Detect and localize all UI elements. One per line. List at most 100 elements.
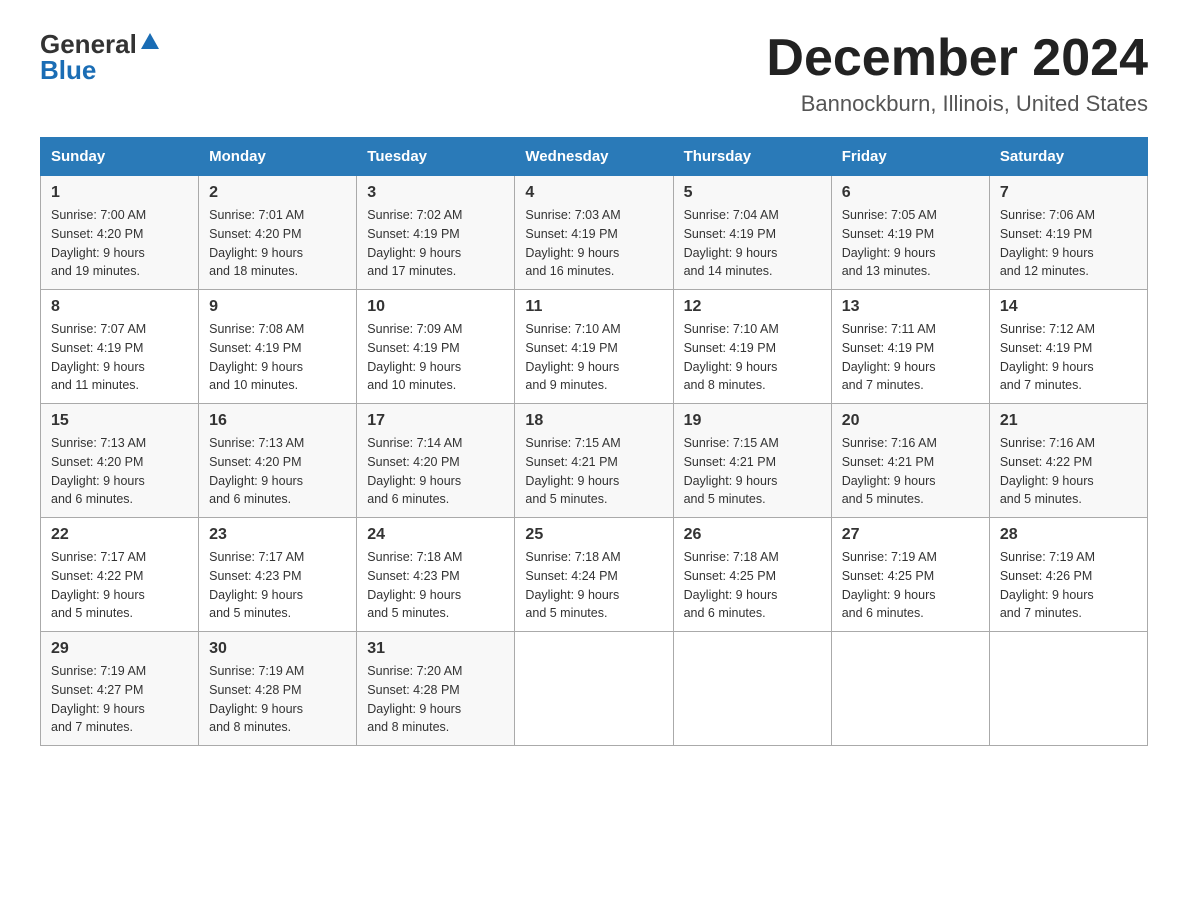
day-info: Sunrise: 7:19 AM Sunset: 4:26 PM Dayligh… <box>1000 548 1137 623</box>
day-info: Sunrise: 7:19 AM Sunset: 4:25 PM Dayligh… <box>842 548 979 623</box>
calendar-week-1: 1 Sunrise: 7:00 AM Sunset: 4:20 PM Dayli… <box>41 176 1148 290</box>
day-number: 6 <box>842 184 979 202</box>
day-info: Sunrise: 7:18 AM Sunset: 4:23 PM Dayligh… <box>367 548 504 623</box>
day-info: Sunrise: 7:19 AM Sunset: 4:28 PM Dayligh… <box>209 662 346 737</box>
calendar-cell: 8 Sunrise: 7:07 AM Sunset: 4:19 PM Dayli… <box>41 290 199 404</box>
day-number: 29 <box>51 640 188 658</box>
day-number: 13 <box>842 298 979 316</box>
main-title: December 2024 <box>766 30 1148 87</box>
day-info: Sunrise: 7:10 AM Sunset: 4:19 PM Dayligh… <box>525 320 662 395</box>
calendar-cell: 2 Sunrise: 7:01 AM Sunset: 4:20 PM Dayli… <box>199 176 357 290</box>
day-number: 23 <box>209 526 346 544</box>
day-number: 27 <box>842 526 979 544</box>
day-info: Sunrise: 7:18 AM Sunset: 4:25 PM Dayligh… <box>684 548 821 623</box>
header-saturday: Saturday <box>989 138 1147 176</box>
day-number: 16 <box>209 412 346 430</box>
calendar-week-3: 15 Sunrise: 7:13 AM Sunset: 4:20 PM Dayl… <box>41 404 1148 518</box>
header-thursday: Thursday <box>673 138 831 176</box>
day-number: 20 <box>842 412 979 430</box>
subtitle: Bannockburn, Illinois, United States <box>766 91 1148 117</box>
day-number: 4 <box>525 184 662 202</box>
day-info: Sunrise: 7:13 AM Sunset: 4:20 PM Dayligh… <box>51 434 188 509</box>
day-info: Sunrise: 7:02 AM Sunset: 4:19 PM Dayligh… <box>367 206 504 281</box>
day-number: 15 <box>51 412 188 430</box>
calendar-cell <box>673 632 831 746</box>
calendar-cell: 12 Sunrise: 7:10 AM Sunset: 4:19 PM Dayl… <box>673 290 831 404</box>
day-info: Sunrise: 7:18 AM Sunset: 4:24 PM Dayligh… <box>525 548 662 623</box>
logo-icon <box>139 31 161 53</box>
calendar-cell: 1 Sunrise: 7:00 AM Sunset: 4:20 PM Dayli… <box>41 176 199 290</box>
header-tuesday: Tuesday <box>357 138 515 176</box>
day-number: 10 <box>367 298 504 316</box>
calendar-cell: 7 Sunrise: 7:06 AM Sunset: 4:19 PM Dayli… <box>989 176 1147 290</box>
day-number: 8 <box>51 298 188 316</box>
calendar-header: Sunday Monday Tuesday Wednesday Thursday… <box>41 138 1148 176</box>
day-info: Sunrise: 7:06 AM Sunset: 4:19 PM Dayligh… <box>1000 206 1137 281</box>
calendar-cell: 13 Sunrise: 7:11 AM Sunset: 4:19 PM Dayl… <box>831 290 989 404</box>
day-number: 30 <box>209 640 346 658</box>
calendar-cell: 31 Sunrise: 7:20 AM Sunset: 4:28 PM Dayl… <box>357 632 515 746</box>
day-number: 11 <box>525 298 662 316</box>
day-info: Sunrise: 7:04 AM Sunset: 4:19 PM Dayligh… <box>684 206 821 281</box>
calendar-cell: 25 Sunrise: 7:18 AM Sunset: 4:24 PM Dayl… <box>515 518 673 632</box>
day-number: 14 <box>1000 298 1137 316</box>
calendar-cell: 24 Sunrise: 7:18 AM Sunset: 4:23 PM Dayl… <box>357 518 515 632</box>
page-header: General Blue December 2024 Bannockburn, … <box>40 30 1148 117</box>
day-number: 9 <box>209 298 346 316</box>
logo-blue-text: Blue <box>40 55 96 86</box>
day-info: Sunrise: 7:08 AM Sunset: 4:19 PM Dayligh… <box>209 320 346 395</box>
calendar-cell: 27 Sunrise: 7:19 AM Sunset: 4:25 PM Dayl… <box>831 518 989 632</box>
calendar-cell <box>831 632 989 746</box>
calendar-cell: 6 Sunrise: 7:05 AM Sunset: 4:19 PM Dayli… <box>831 176 989 290</box>
calendar-cell: 23 Sunrise: 7:17 AM Sunset: 4:23 PM Dayl… <box>199 518 357 632</box>
calendar-cell <box>515 632 673 746</box>
day-info: Sunrise: 7:17 AM Sunset: 4:22 PM Dayligh… <box>51 548 188 623</box>
day-number: 7 <box>1000 184 1137 202</box>
day-info: Sunrise: 7:10 AM Sunset: 4:19 PM Dayligh… <box>684 320 821 395</box>
day-info: Sunrise: 7:11 AM Sunset: 4:19 PM Dayligh… <box>842 320 979 395</box>
day-number: 22 <box>51 526 188 544</box>
day-number: 17 <box>367 412 504 430</box>
header-monday: Monday <box>199 138 357 176</box>
header-row: Sunday Monday Tuesday Wednesday Thursday… <box>41 138 1148 176</box>
day-info: Sunrise: 7:19 AM Sunset: 4:27 PM Dayligh… <box>51 662 188 737</box>
logo: General Blue <box>40 30 161 86</box>
day-number: 18 <box>525 412 662 430</box>
calendar-week-4: 22 Sunrise: 7:17 AM Sunset: 4:22 PM Dayl… <box>41 518 1148 632</box>
calendar-cell: 17 Sunrise: 7:14 AM Sunset: 4:20 PM Dayl… <box>357 404 515 518</box>
header-wednesday: Wednesday <box>515 138 673 176</box>
day-info: Sunrise: 7:03 AM Sunset: 4:19 PM Dayligh… <box>525 206 662 281</box>
day-number: 12 <box>684 298 821 316</box>
calendar-cell: 22 Sunrise: 7:17 AM Sunset: 4:22 PM Dayl… <box>41 518 199 632</box>
calendar-cell: 4 Sunrise: 7:03 AM Sunset: 4:19 PM Dayli… <box>515 176 673 290</box>
day-info: Sunrise: 7:17 AM Sunset: 4:23 PM Dayligh… <box>209 548 346 623</box>
day-info: Sunrise: 7:09 AM Sunset: 4:19 PM Dayligh… <box>367 320 504 395</box>
day-info: Sunrise: 7:14 AM Sunset: 4:20 PM Dayligh… <box>367 434 504 509</box>
calendar-table: Sunday Monday Tuesday Wednesday Thursday… <box>40 137 1148 746</box>
day-number: 28 <box>1000 526 1137 544</box>
calendar-cell: 15 Sunrise: 7:13 AM Sunset: 4:20 PM Dayl… <box>41 404 199 518</box>
day-number: 21 <box>1000 412 1137 430</box>
day-number: 3 <box>367 184 504 202</box>
day-number: 31 <box>367 640 504 658</box>
day-number: 25 <box>525 526 662 544</box>
calendar-cell: 30 Sunrise: 7:19 AM Sunset: 4:28 PM Dayl… <box>199 632 357 746</box>
day-info: Sunrise: 7:15 AM Sunset: 4:21 PM Dayligh… <box>684 434 821 509</box>
day-info: Sunrise: 7:13 AM Sunset: 4:20 PM Dayligh… <box>209 434 346 509</box>
calendar-cell: 29 Sunrise: 7:19 AM Sunset: 4:27 PM Dayl… <box>41 632 199 746</box>
day-info: Sunrise: 7:16 AM Sunset: 4:22 PM Dayligh… <box>1000 434 1137 509</box>
calendar-cell: 18 Sunrise: 7:15 AM Sunset: 4:21 PM Dayl… <box>515 404 673 518</box>
day-number: 26 <box>684 526 821 544</box>
day-number: 19 <box>684 412 821 430</box>
calendar-cell: 11 Sunrise: 7:10 AM Sunset: 4:19 PM Dayl… <box>515 290 673 404</box>
calendar-cell: 26 Sunrise: 7:18 AM Sunset: 4:25 PM Dayl… <box>673 518 831 632</box>
day-info: Sunrise: 7:15 AM Sunset: 4:21 PM Dayligh… <box>525 434 662 509</box>
calendar-cell: 16 Sunrise: 7:13 AM Sunset: 4:20 PM Dayl… <box>199 404 357 518</box>
day-number: 1 <box>51 184 188 202</box>
header-friday: Friday <box>831 138 989 176</box>
day-number: 5 <box>684 184 821 202</box>
calendar-cell: 10 Sunrise: 7:09 AM Sunset: 4:19 PM Dayl… <box>357 290 515 404</box>
calendar-cell <box>989 632 1147 746</box>
day-info: Sunrise: 7:05 AM Sunset: 4:19 PM Dayligh… <box>842 206 979 281</box>
day-info: Sunrise: 7:01 AM Sunset: 4:20 PM Dayligh… <box>209 206 346 281</box>
